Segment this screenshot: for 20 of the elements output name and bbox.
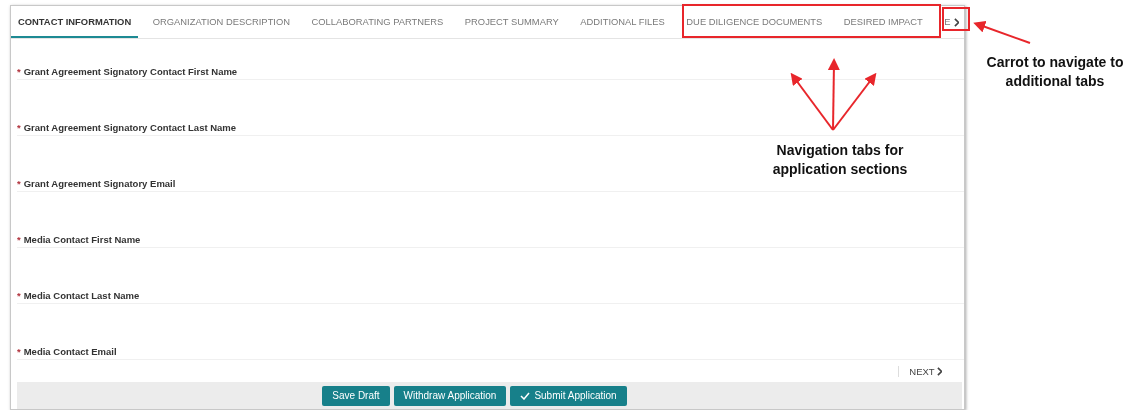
callout-text: Navigation tabs for application sections — [771, 141, 909, 179]
tab[interactable]: DESIRED IMPACT — [836, 6, 930, 38]
action-button[interactable]: Save Draft — [322, 385, 390, 406]
tab[interactable]: COLLABORATING PARTNERS — [304, 6, 451, 38]
field-label: * Grant Agreement Signatory Contact Last Name — [17, 121, 964, 136]
field-label: * Grant Agreement Signatory Email — [17, 177, 964, 192]
tab[interactable]: DUE DILIGENCE DOCUMENTS — [679, 6, 830, 38]
field-label: * Media Contact First Name — [17, 233, 964, 248]
field-label: * Grant Agreement Signatory Contact First Name — [17, 65, 964, 80]
field-label: * Media Contact Last Name — [17, 289, 964, 304]
tab[interactable]: PROJECT SUMMARY — [457, 6, 566, 38]
action-button[interactable]: Submit Application — [510, 385, 627, 406]
tab[interactable]: E — [937, 6, 952, 38]
field-label: * Media Contact Email — [17, 345, 964, 360]
tab[interactable]: CONTACT INFORMATION — [11, 6, 139, 38]
tab[interactable]: ADDITIONAL FILES — [573, 6, 672, 38]
callout-text: Carrot to navigate to additional tabs — [985, 53, 1125, 91]
tab[interactable]: ORGANIZATION DESCRIPTION — [145, 6, 298, 38]
next-button[interactable]: NEXT — [898, 365, 942, 377]
action-button[interactable]: Withdraw Application — [393, 385, 507, 406]
